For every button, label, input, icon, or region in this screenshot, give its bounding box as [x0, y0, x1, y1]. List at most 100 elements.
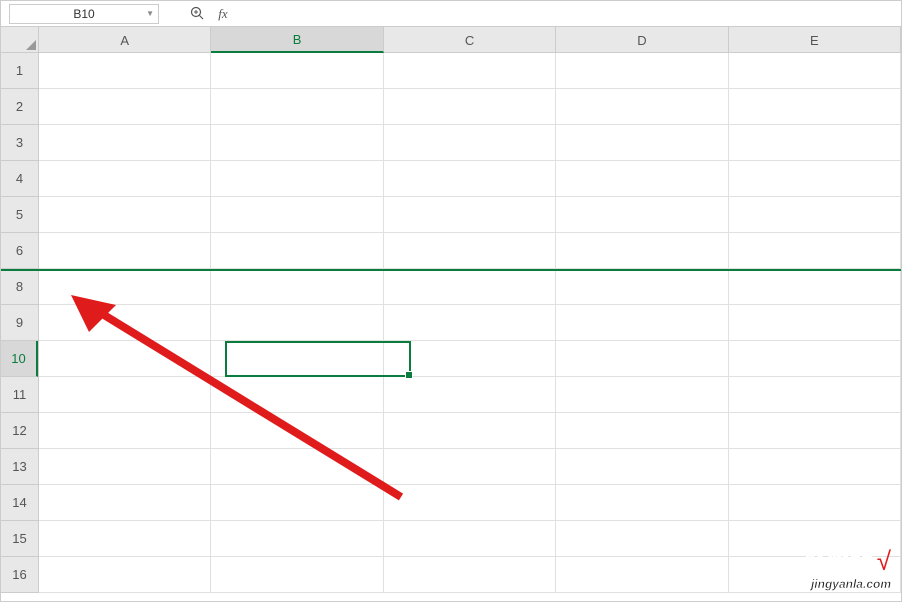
row-header[interactable]: 15 — [1, 521, 38, 557]
row-header[interactable]: 1 — [1, 53, 38, 89]
cell[interactable] — [729, 197, 901, 233]
cell[interactable] — [556, 305, 728, 341]
cell[interactable] — [39, 557, 211, 593]
cell[interactable] — [556, 341, 728, 377]
cell[interactable] — [39, 521, 211, 557]
row-header[interactable]: 11 — [1, 377, 38, 413]
row-header[interactable]: 14 — [1, 485, 38, 521]
cell[interactable] — [211, 449, 383, 485]
row-header[interactable]: 3 — [1, 125, 38, 161]
cell[interactable] — [729, 377, 901, 413]
cell[interactable] — [384, 89, 556, 125]
row-header[interactable]: 12 — [1, 413, 38, 449]
cell[interactable] — [556, 377, 728, 413]
cell[interactable] — [39, 89, 211, 125]
cell[interactable] — [39, 413, 211, 449]
cell[interactable] — [729, 341, 901, 377]
cell[interactable] — [39, 53, 211, 89]
cell[interactable] — [384, 125, 556, 161]
col-header-a[interactable]: A — [39, 27, 211, 53]
row-header[interactable]: 4 — [1, 161, 38, 197]
cell[interactable] — [211, 161, 383, 197]
cell[interactable] — [729, 89, 901, 125]
cell[interactable] — [384, 413, 556, 449]
cell[interactable] — [384, 341, 556, 377]
row-header[interactable]: 10 — [1, 341, 38, 377]
cell[interactable] — [211, 377, 383, 413]
cell[interactable] — [211, 197, 383, 233]
cell[interactable] — [39, 377, 211, 413]
cell[interactable] — [556, 557, 728, 593]
cell[interactable] — [384, 485, 556, 521]
row-header[interactable]: 13 — [1, 449, 38, 485]
cell[interactable] — [729, 161, 901, 197]
cell[interactable] — [39, 449, 211, 485]
cell[interactable] — [556, 53, 728, 89]
cell[interactable] — [729, 305, 901, 341]
cell[interactable] — [211, 269, 383, 305]
row-header[interactable]: 8 — [1, 269, 38, 305]
row-header[interactable]: 9 — [1, 305, 38, 341]
row-header[interactable]: 5 — [1, 197, 38, 233]
cell[interactable] — [384, 161, 556, 197]
col-header-c[interactable]: C — [384, 27, 556, 53]
cell[interactable] — [211, 557, 383, 593]
cell[interactable] — [39, 269, 211, 305]
cell[interactable] — [384, 557, 556, 593]
cell[interactable] — [211, 125, 383, 161]
row — [39, 89, 901, 125]
cell[interactable] — [556, 269, 728, 305]
col-header-b[interactable]: B — [211, 27, 383, 53]
cell[interactable] — [556, 197, 728, 233]
col-header-d[interactable]: D — [556, 27, 728, 53]
cell[interactable] — [556, 233, 728, 269]
cells-area[interactable] — [39, 53, 901, 593]
cell[interactable] — [211, 521, 383, 557]
formula-input[interactable] — [241, 4, 897, 24]
cell[interactable] — [211, 89, 383, 125]
cell[interactable] — [211, 485, 383, 521]
cell[interactable] — [729, 233, 901, 269]
cell[interactable] — [39, 305, 211, 341]
cell[interactable] — [556, 485, 728, 521]
cell[interactable] — [211, 341, 383, 377]
cell[interactable] — [39, 197, 211, 233]
cell[interactable] — [729, 413, 901, 449]
cell[interactable] — [384, 449, 556, 485]
row-header[interactable]: 16 — [1, 557, 38, 593]
cell[interactable] — [556, 161, 728, 197]
cell[interactable] — [384, 305, 556, 341]
cell[interactable] — [211, 233, 383, 269]
cell[interactable] — [39, 161, 211, 197]
cell[interactable] — [39, 341, 211, 377]
cell[interactable] — [384, 269, 556, 305]
cell[interactable] — [39, 485, 211, 521]
cell[interactable] — [384, 197, 556, 233]
cell[interactable] — [729, 269, 901, 305]
fx-icon[interactable]: fx — [215, 6, 231, 22]
row-header[interactable]: 6 — [1, 233, 38, 269]
cell[interactable] — [211, 53, 383, 89]
cell[interactable] — [384, 233, 556, 269]
cell[interactable] — [729, 53, 901, 89]
select-all-corner[interactable] — [1, 27, 39, 53]
cell[interactable] — [39, 233, 211, 269]
cell[interactable] — [39, 125, 211, 161]
cell[interactable] — [384, 377, 556, 413]
cell[interactable] — [211, 413, 383, 449]
cell[interactable] — [729, 485, 901, 521]
cell[interactable] — [556, 413, 728, 449]
cell[interactable] — [556, 125, 728, 161]
cell[interactable] — [211, 305, 383, 341]
cell[interactable] — [556, 449, 728, 485]
zoom-icon[interactable] — [189, 6, 205, 22]
col-header-e[interactable]: E — [729, 27, 901, 53]
cell[interactable] — [556, 521, 728, 557]
cell[interactable] — [556, 89, 728, 125]
cell[interactable] — [384, 521, 556, 557]
cell[interactable] — [729, 125, 901, 161]
name-box[interactable]: B10 ▼ — [9, 4, 159, 24]
cell[interactable] — [384, 53, 556, 89]
row-header[interactable]: 2 — [1, 89, 38, 125]
cell[interactable] — [729, 449, 901, 485]
